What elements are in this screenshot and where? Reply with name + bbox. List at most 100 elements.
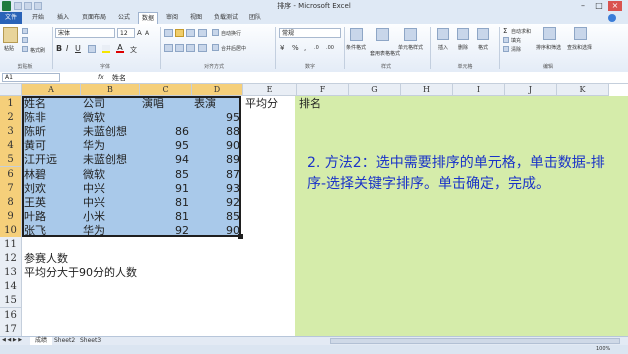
- tab-load-test[interactable]: 负载测试: [210, 12, 242, 24]
- indent-icon[interactable]: [198, 44, 207, 52]
- row-header[interactable]: 1: [0, 96, 22, 111]
- cell[interactable]: 张飞: [24, 223, 46, 238]
- cell[interactable]: 未蓝创想: [83, 152, 127, 167]
- borders-icon[interactable]: [88, 45, 96, 53]
- percent-icon[interactable]: %: [292, 44, 299, 52]
- cell[interactable]: 90: [194, 223, 243, 238]
- cell[interactable]: 85: [142, 167, 192, 182]
- cell[interactable]: 公司: [83, 96, 105, 111]
- cell[interactable]: 演唱: [142, 96, 164, 111]
- cell[interactable]: 92: [142, 223, 192, 238]
- align-middle-icon[interactable]: [175, 29, 184, 37]
- cell[interactable]: 中兴: [83, 181, 105, 196]
- increase-decimal-icon[interactable]: .0: [314, 45, 319, 51]
- row-header[interactable]: 10: [0, 222, 22, 238]
- cell[interactable]: 陈非: [24, 110, 46, 125]
- cell[interactable]: 陈昕: [24, 124, 46, 139]
- zoom-level[interactable]: 100%: [596, 346, 610, 352]
- table-format-icon[interactable]: [376, 28, 389, 41]
- paste-icon[interactable]: [3, 27, 18, 43]
- tab-home[interactable]: 开始: [26, 12, 50, 24]
- column-header-j[interactable]: J: [505, 84, 557, 96]
- cell[interactable]: 排名: [299, 96, 321, 111]
- align-bottom-icon[interactable]: [186, 29, 195, 37]
- align-right-icon[interactable]: [186, 44, 195, 52]
- select-all-corner[interactable]: [0, 84, 22, 96]
- cell[interactable]: 90: [194, 138, 243, 153]
- cell[interactable]: 86: [142, 124, 192, 139]
- tab-view[interactable]: 视图: [186, 12, 206, 24]
- number-format-dropdown[interactable]: 常规: [279, 28, 341, 38]
- cell[interactable]: 89: [194, 152, 243, 167]
- tab-file[interactable]: 文件: [0, 12, 22, 24]
- cell[interactable]: 华为: [83, 138, 105, 153]
- cell[interactable]: 王英: [24, 195, 46, 210]
- row-header[interactable]: 2: [0, 110, 22, 126]
- delete-cells-button[interactable]: 删除: [458, 44, 468, 51]
- tab-insert[interactable]: 插入: [52, 12, 74, 24]
- insert-cells-icon[interactable]: [437, 28, 449, 40]
- wrap-text-icon[interactable]: [212, 29, 219, 36]
- currency-icon[interactable]: ¥: [280, 44, 284, 52]
- orientation-icon[interactable]: [198, 29, 207, 37]
- column-header-i[interactable]: I: [453, 84, 505, 96]
- cell[interactable]: 94: [142, 152, 192, 167]
- column-header-b[interactable]: B: [81, 84, 140, 96]
- column-header-c[interactable]: C: [140, 84, 192, 96]
- row-header[interactable]: 7: [0, 180, 22, 196]
- name-box[interactable]: A1: [2, 73, 60, 82]
- clear-button[interactable]: 清除: [511, 46, 521, 53]
- cell[interactable]: 81: [142, 195, 192, 210]
- cell-style-icon[interactable]: [404, 28, 417, 41]
- help-icon[interactable]: [608, 14, 616, 22]
- column-header-h[interactable]: H: [401, 84, 453, 96]
- conditional-format-icon[interactable]: [350, 28, 363, 41]
- table-format-button[interactable]: 套用表格格式: [370, 50, 400, 57]
- sheet-nav-arrows[interactable]: ◀ ◀ ▶ ▶: [2, 337, 22, 343]
- format-cells-button[interactable]: 格式: [478, 44, 488, 51]
- grow-font-icon[interactable]: A: [137, 29, 142, 37]
- cell[interactable]: 平均分大于90分的人数: [24, 265, 137, 280]
- cell[interactable]: 江开远: [24, 152, 57, 167]
- copy-icon[interactable]: [22, 37, 28, 43]
- column-header-a[interactable]: A: [22, 84, 81, 96]
- column-header-k[interactable]: K: [557, 84, 609, 96]
- italic-button[interactable]: I: [66, 44, 68, 53]
- autosum-button[interactable]: 自动求和: [511, 28, 531, 35]
- row-header[interactable]: 14: [0, 279, 22, 295]
- column-header-g[interactable]: G: [349, 84, 401, 96]
- sort-filter-icon[interactable]: [543, 27, 556, 40]
- cell[interactable]: 林碧: [24, 167, 46, 182]
- cell[interactable]: 88: [194, 124, 243, 139]
- cell[interactable]: 黄可: [24, 138, 46, 153]
- cell[interactable]: 姓名: [24, 96, 46, 111]
- align-center-icon[interactable]: [175, 44, 184, 52]
- cell[interactable]: 平均分: [245, 96, 278, 111]
- phonetic-icon[interactable]: 文: [130, 45, 137, 55]
- align-left-icon[interactable]: [164, 44, 173, 52]
- find-select-button[interactable]: 查找和选择: [567, 44, 592, 51]
- row-header[interactable]: 3: [0, 124, 22, 140]
- font-size-dropdown[interactable]: 12: [117, 28, 135, 38]
- merge-center-button[interactable]: 合并后居中: [221, 45, 246, 52]
- format-painter-icon[interactable]: [22, 46, 28, 52]
- cell[interactable]: 表演: [194, 96, 216, 111]
- close-button[interactable]: ×: [608, 1, 622, 11]
- cell[interactable]: 中兴: [83, 195, 105, 210]
- sheet-tab[interactable]: Sheet2: [54, 337, 75, 345]
- bold-button[interactable]: B: [56, 44, 62, 53]
- column-header-e[interactable]: E: [243, 84, 297, 96]
- minimize-button[interactable]: –: [576, 1, 590, 11]
- cell[interactable]: 87: [194, 167, 243, 182]
- row-header[interactable]: 8: [0, 194, 22, 210]
- paste-button[interactable]: 粘贴: [4, 45, 14, 52]
- tab-page-layout[interactable]: 页面布局: [78, 12, 110, 24]
- fill-icon[interactable]: [503, 37, 509, 43]
- formula-input[interactable]: 姓名: [112, 73, 126, 83]
- cell[interactable]: 参赛人数: [24, 251, 68, 266]
- cell[interactable]: 95: [194, 110, 243, 125]
- clear-icon[interactable]: [503, 46, 509, 52]
- maximize-button[interactable]: □: [592, 1, 606, 11]
- tab-data[interactable]: 数据: [138, 12, 158, 24]
- row-header[interactable]: 4: [0, 138, 22, 154]
